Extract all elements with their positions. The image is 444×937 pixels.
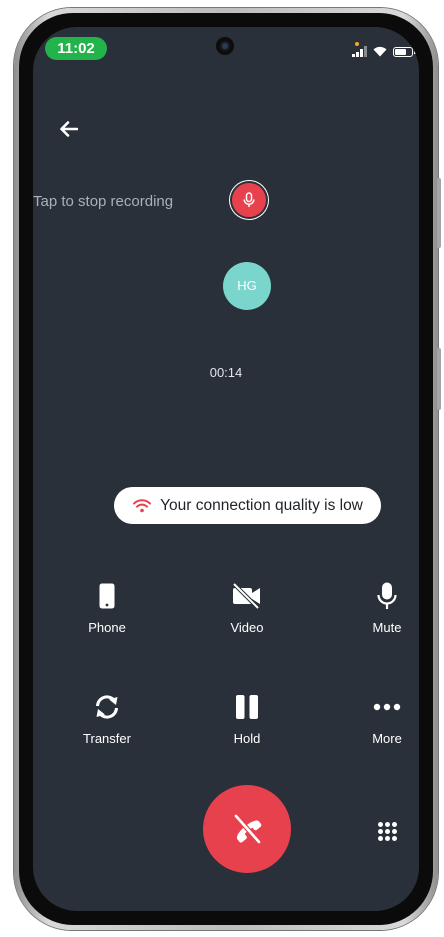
hang-up-icon [234,814,262,844]
wifi-icon [373,46,387,57]
mute-action[interactable]: Mute [342,580,419,635]
connection-quality-text: Your connection quality is low [160,496,363,514]
microphone-icon [377,582,397,609]
stop-recording-button[interactable] [232,183,266,217]
phone-label: Phone [88,620,126,635]
more-label: More [372,731,402,746]
more-action[interactable]: More [342,691,419,746]
phone-action[interactable]: Phone [62,580,152,635]
contact-avatar: HG [223,262,271,310]
front-camera [216,37,234,55]
pause-icon [236,695,258,719]
video-action[interactable]: Video [202,580,292,635]
battery-icon [393,47,416,57]
call-duration: 00:14 [209,365,243,380]
signal-icon [352,46,367,57]
transfer-icon [96,695,118,719]
status-icons [352,46,416,57]
arrow-left-icon [60,121,78,137]
phone-bezel: 11:02 Tap to stop recording HG 00:14 You… [19,13,433,925]
video-label: Video [230,620,264,635]
phone-icon [99,583,115,609]
hold-label: Hold [233,731,261,746]
phone-frame: 11:02 Tap to stop recording HG 00:14 You… [14,8,441,930]
transfer-action[interactable]: Transfer [62,691,152,746]
wifi-warning-icon [133,499,152,513]
power-button [437,348,441,410]
recording-label: Tap to stop recording [33,193,174,210]
volume-button [437,178,441,248]
microphone-icon [243,192,255,207]
connection-quality-banner: Your connection quality is low [114,487,381,524]
call-screen: 11:02 Tap to stop recording HG 00:14 You… [33,27,419,911]
back-button[interactable] [55,115,83,143]
keypad-button[interactable] [375,819,399,843]
more-icon [373,703,401,711]
end-call-button[interactable] [203,785,291,873]
video-off-icon [232,583,260,609]
transfer-label: Transfer [83,731,131,746]
mute-label: Mute [372,620,402,635]
hold-action[interactable]: Hold [202,691,292,746]
status-time: 11:02 [45,37,107,60]
